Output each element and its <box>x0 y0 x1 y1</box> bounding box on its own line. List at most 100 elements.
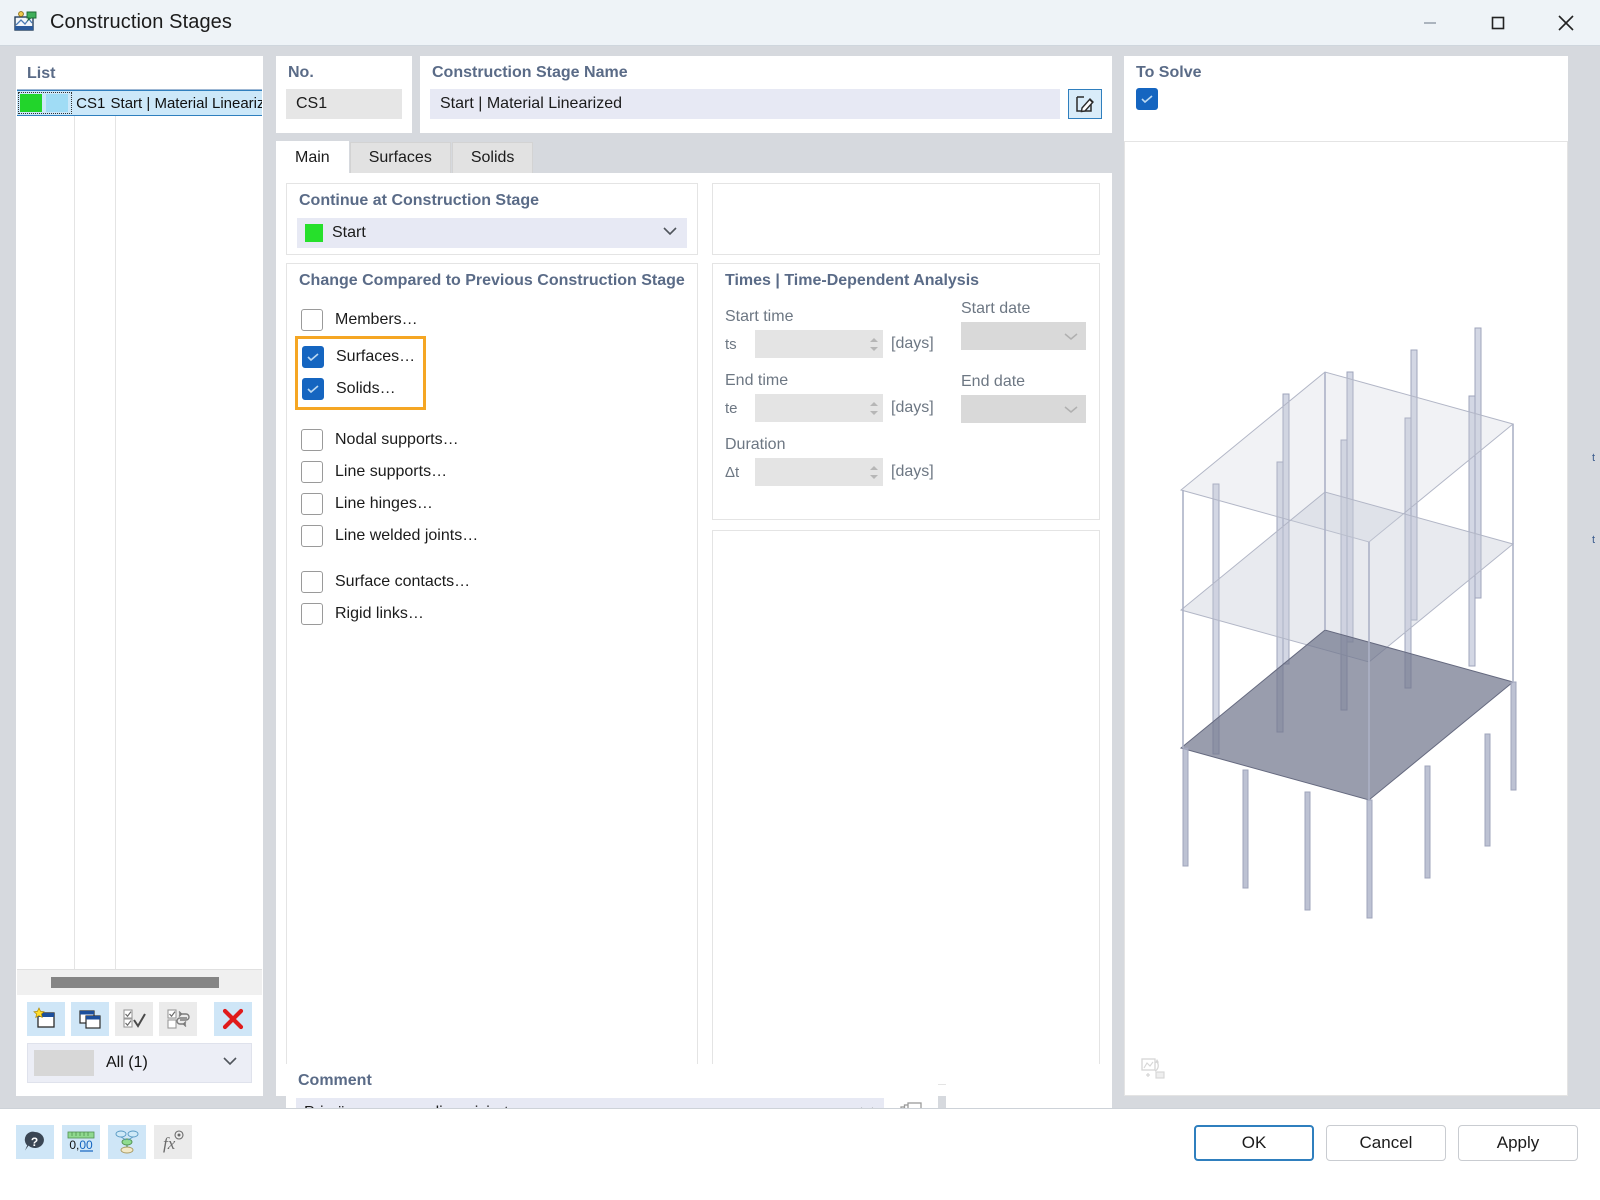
chevron-down-icon <box>1064 332 1078 340</box>
end-date-select[interactable] <box>961 395 1086 423</box>
delete-item-button[interactable] <box>214 1002 252 1036</box>
checkbox-row-surfaces[interactable]: Surfaces… <box>302 341 415 373</box>
name-label: Construction Stage Name <box>432 64 628 81</box>
list-filter-dropdown[interactable]: All (1) <box>27 1043 252 1083</box>
stage-secondary-swatch <box>46 94 68 112</box>
label-surface-contacts: Surface contacts… <box>335 573 471 590</box>
svg-text:fx: fx <box>163 1134 176 1153</box>
checkbox-row-line-supports[interactable]: Line supports… <box>301 456 697 488</box>
chevron-down-icon <box>661 224 679 242</box>
checkbox-nodal-supports[interactable] <box>301 429 323 451</box>
construction-stages-list[interactable]: CS1 Start | Material Lineariz <box>17 89 262 969</box>
checkbox-row-surface-contacts[interactable]: Surface contacts… <box>301 566 697 598</box>
stage-color-swatch <box>20 94 42 112</box>
checkbox-surfaces[interactable] <box>302 346 324 368</box>
chevron-down-icon <box>1064 405 1078 413</box>
fx-icon[interactable]: fx <box>154 1125 192 1159</box>
no-field[interactable]: CS1 <box>286 89 402 119</box>
label-surfaces: Surfaces… <box>336 348 416 365</box>
change-checkbox-list: Members… Surfaces… Solids… Nodal support… <box>287 290 697 630</box>
label-nodal-supports: Nodal supports… <box>335 431 459 448</box>
label-members: Members… <box>335 311 418 328</box>
label-rigid-links: Rigid links… <box>335 605 424 622</box>
label-solids: Solids… <box>336 380 396 397</box>
right-edge-strip: t t <box>1590 92 1600 1154</box>
continue-stage-select[interactable]: Start <box>297 218 687 248</box>
maximize-button[interactable] <box>1464 0 1532 46</box>
checkbox-rigid-links[interactable] <box>301 603 323 625</box>
row-color-cell[interactable] <box>17 91 73 115</box>
start-time-unit: [days] <box>891 335 934 352</box>
table-row[interactable]: CS1 Start | Material Lineariz <box>17 90 262 116</box>
to-solve-group: To Solve <box>1124 56 1568 133</box>
svg-text:?: ? <box>31 1135 38 1149</box>
checkbox-row-line-welded-joints[interactable]: Line welded joints… <box>301 520 697 552</box>
list-horizontal-scrollbar[interactable] <box>17 969 262 995</box>
checkbox-row-solids[interactable]: Solids… <box>302 373 415 405</box>
comment-label: Comment <box>298 1072 372 1089</box>
tab-main[interactable]: Main <box>276 141 349 173</box>
checkbox-surface-contacts[interactable] <box>301 571 323 593</box>
duration-input[interactable] <box>755 458 883 486</box>
minimize-button[interactable] <box>1396 0 1464 46</box>
highlighted-checkbox-group: Surfaces… Solids… <box>295 336 427 410</box>
blank-panel-top-right <box>712 183 1100 255</box>
checkbox-line-hinges[interactable] <box>301 493 323 515</box>
times-group: Times | Time-Dependent Analysis Start ti… <box>712 263 1100 520</box>
start-time-symbol: ts <box>725 335 737 353</box>
continue-group: Continue at Construction Stage Start <box>286 183 698 255</box>
footer-buttons: OK Cancel Apply <box>1194 1125 1578 1161</box>
title-bar: Construction Stages <box>0 0 1600 46</box>
duration-label: Duration <box>725 436 786 453</box>
end-time-input[interactable] <box>755 394 883 422</box>
checkbox-row-members[interactable]: Members… <box>301 304 697 336</box>
start-time-input[interactable] <box>755 330 883 358</box>
checkbox-solids[interactable] <box>302 378 324 400</box>
pencil-edit-icon[interactable] <box>1068 89 1102 119</box>
checkbox-row-line-hinges[interactable]: Line hinges… <box>301 488 697 520</box>
scrollbar-thumb[interactable] <box>51 977 219 988</box>
tab-surfaces[interactable]: Surfaces <box>349 142 451 173</box>
apply-button[interactable]: Apply <box>1458 1125 1578 1161</box>
units-icon[interactable] <box>108 1125 146 1159</box>
blank-panel-bottom-right <box>712 530 1100 1085</box>
no-group: No. CS1 <box>276 56 412 133</box>
checkbox-row-rigid-links[interactable]: Rigid links… <box>301 598 697 630</box>
checkbox-members[interactable] <box>301 309 323 331</box>
checkbox-row-nodal-supports[interactable]: Nodal supports… <box>301 424 697 456</box>
check-all-button[interactable] <box>115 1002 153 1036</box>
name-group: Construction Stage Name Start | Material… <box>420 56 1112 133</box>
start-date-select[interactable] <box>961 322 1086 350</box>
render-mode-icon[interactable] <box>1137 1053 1171 1083</box>
checkbox-to-solve[interactable] <box>1136 88 1158 110</box>
construction-stages-dialog: Construction Stages List CS1 Start | Mat… <box>0 0 1600 1200</box>
spinner-arrows-icon[interactable] <box>869 401 879 416</box>
continue-group-title: Continue at Construction Stage <box>299 192 539 209</box>
3d-building-model-graphic <box>1179 327 1517 919</box>
close-button[interactable] <box>1532 0 1600 46</box>
filter-label: All (1) <box>106 1054 148 1071</box>
tab-solids[interactable]: Solids <box>451 142 534 173</box>
row-no: CS1 <box>76 94 106 112</box>
list-column-dividers <box>17 90 262 969</box>
filter-swatch <box>34 1050 94 1076</box>
number-format-icon[interactable]: 0,00 <box>62 1125 100 1159</box>
ok-button[interactable]: OK <box>1194 1125 1314 1161</box>
model-viewport[interactable] <box>1124 141 1568 1096</box>
cancel-button[interactable]: Cancel <box>1326 1125 1446 1161</box>
center-panel: No. CS1 Construction Stage Name Start | … <box>276 56 1112 1096</box>
copy-item-button[interactable] <box>71 1002 109 1036</box>
invert-selection-button[interactable] <box>159 1002 197 1036</box>
checkbox-line-welded-joints[interactable] <box>301 525 323 547</box>
no-label: No. <box>288 64 314 81</box>
checkbox-line-supports[interactable] <box>301 461 323 483</box>
spinner-arrows-icon[interactable] <box>869 337 879 352</box>
new-item-button[interactable] <box>27 1002 65 1036</box>
stage-name-input[interactable]: Start | Material Linearized <box>430 89 1060 119</box>
dialog-footer: ? 0,00 fx OK Cancel Apply <box>0 1108 1600 1200</box>
continue-stage-value: Start <box>332 224 366 241</box>
edge-mark-lower: t <box>1592 534 1596 546</box>
spinner-arrows-icon[interactable] <box>869 465 879 480</box>
duration-unit: [days] <box>891 463 934 480</box>
help-bubble-icon[interactable]: ? <box>16 1125 54 1159</box>
